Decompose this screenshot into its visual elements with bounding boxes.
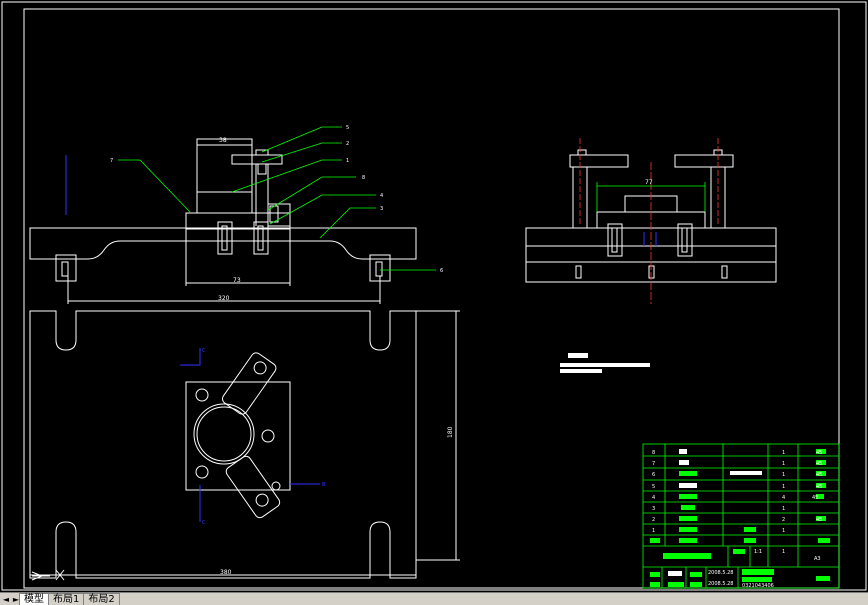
qty-4: 4 <box>782 495 785 501</box>
qty-7: 1 <box>782 461 785 467</box>
date-2: 2008.5.28 <box>708 581 733 587</box>
dim-bottom-plan: 380 <box>220 569 232 576</box>
side-centerlines <box>579 138 719 304</box>
dim-top-front: 38 <box>219 137 227 144</box>
tab-layout1[interactable]: 布局1 <box>48 593 85 605</box>
dim-mid-front: 73 <box>233 277 241 284</box>
material-7: 45 <box>816 461 822 467</box>
section-mark-top: C <box>202 348 206 354</box>
row-number-5: 5 <box>652 484 655 490</box>
title-block-material: 45 45 45 45 45 45 <box>812 450 822 523</box>
tab-model[interactable]: 模型 <box>19 593 49 605</box>
section-mark-right: B <box>322 482 326 488</box>
title-block-fills <box>650 449 830 587</box>
qty-1: 1 <box>782 528 785 534</box>
cad-drawing[interactable]: 38 73 320 5 2 1 8 4 3 6 7 77 C C B 180 3… <box>0 0 868 592</box>
leader-7: 7 <box>110 158 113 164</box>
leader-5: 5 <box>346 125 349 131</box>
material-2: 45 <box>816 517 822 523</box>
material-6: 45 <box>816 472 822 478</box>
leader-1: 1 <box>346 158 349 164</box>
row-number-8: 8 <box>652 450 655 456</box>
tab-layout2[interactable]: 布局2 <box>83 593 120 605</box>
front-view[interactable] <box>29 138 417 304</box>
row-number-1: 1 <box>652 528 655 534</box>
leader-2: 2 <box>346 141 349 147</box>
layout-tab-bar: ◄ ► 模型 布局1 布局2 <box>0 592 868 605</box>
inner-frame <box>23 8 840 589</box>
qty-3: 1 <box>782 506 785 512</box>
material-5: 45 <box>816 484 822 490</box>
plan-axis <box>180 348 320 522</box>
plan-view[interactable] <box>29 310 460 579</box>
paper-size: A3 <box>814 556 821 562</box>
material-8: 45 <box>816 450 822 456</box>
material-4: 45 <box>812 495 818 501</box>
drawing-canvas[interactable]: 38 73 320 5 2 1 8 4 3 6 7 77 C C B 180 3… <box>0 0 868 592</box>
leader-numbers: 5 2 1 8 4 3 6 7 <box>110 125 443 274</box>
leader-6: 6 <box>440 268 443 274</box>
student-id: 0321043406 <box>742 583 774 589</box>
section-mark-bottom: C <box>202 520 206 526</box>
leader-3: 3 <box>380 206 383 212</box>
front-leaders <box>118 126 436 271</box>
sheet-count: 1 <box>782 549 785 555</box>
row-number-6: 6 <box>652 472 655 478</box>
row-number-3: 3 <box>652 506 655 512</box>
qty-2: 2 <box>782 517 785 523</box>
row-number-7: 7 <box>652 461 655 467</box>
title-block[interactable] <box>642 443 840 589</box>
row-number-4: 4 <box>652 495 655 501</box>
leader-8: 8 <box>362 175 365 181</box>
tab-first-icon[interactable]: ◄ <box>2 594 10 604</box>
date-1: 2008.5.28 <box>708 570 733 576</box>
title-block-row-numbers: 8 7 6 5 4 3 2 1 <box>652 450 655 534</box>
title-block-qty: 1 1 1 1 4 1 2 1 <box>782 450 785 534</box>
section-marks: C C B <box>202 348 326 526</box>
qty-5: 1 <box>782 484 785 490</box>
qty-6: 1 <box>782 472 785 478</box>
qty-8: 1 <box>782 450 785 456</box>
dim-right-plan: 180 <box>447 426 454 438</box>
technical-notes <box>560 353 650 373</box>
dim-top-side: 77 <box>645 179 653 186</box>
dim-bottom-front: 320 <box>218 295 230 302</box>
row-number-2: 2 <box>652 517 655 523</box>
leader-4: 4 <box>380 193 383 199</box>
scale-value: 1:1 <box>754 549 762 555</box>
